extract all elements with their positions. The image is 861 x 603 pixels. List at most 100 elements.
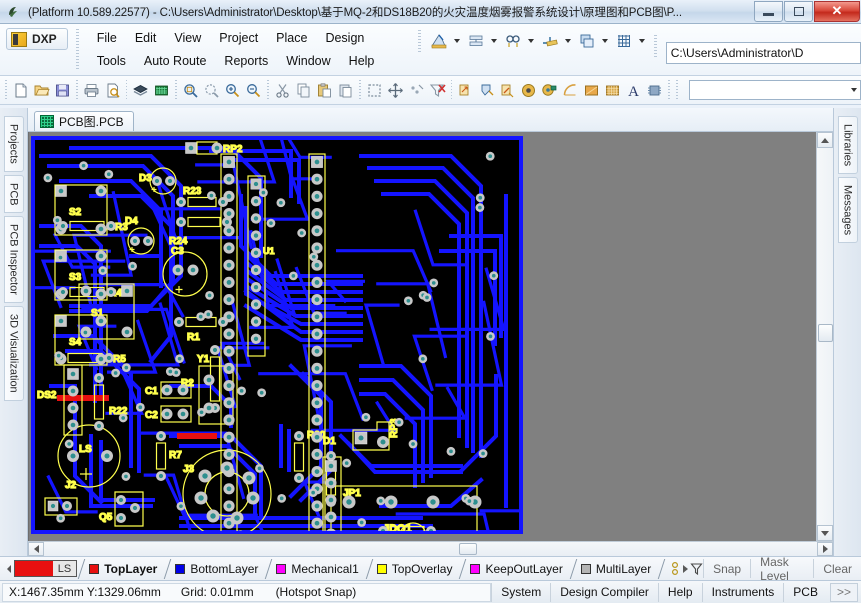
canvas-horizontal-scrollbar[interactable] <box>28 541 833 556</box>
paste-special-icon[interactable] <box>335 78 356 102</box>
status-button-system[interactable]: System <box>491 582 550 602</box>
menu-item-help[interactable]: Help <box>340 50 384 73</box>
panel-tab-pcb-inspector[interactable]: PCB Inspector <box>3 216 24 304</box>
place-fill-icon[interactable] <box>581 78 602 102</box>
board-3d-icon[interactable] <box>130 78 151 102</box>
menu-item-design[interactable]: Design <box>316 27 373 50</box>
board-insight-dropdown-icon[interactable] <box>452 30 463 52</box>
menu-item-file[interactable]: File <box>88 27 126 50</box>
print-icon[interactable] <box>81 78 102 102</box>
print-preview-icon[interactable] <box>102 78 123 102</box>
grid-dropdown-icon[interactable] <box>637 30 648 52</box>
altium-designer-window: (Platform 10.589.22577) - C:\Users\Admin… <box>0 0 861 603</box>
panel-tab-messages[interactable]: Messages <box>837 177 858 244</box>
pcb-filter-dropdown-icon[interactable] <box>600 30 611 52</box>
svg-text:DS2: DS2 <box>37 390 57 401</box>
interactive-routing-icon[interactable] <box>497 78 518 102</box>
zoom-out-icon[interactable] <box>243 78 264 102</box>
place-component-icon[interactable] <box>644 78 665 102</box>
maximize-button[interactable] <box>784 0 813 22</box>
status-button-instruments[interactable]: Instruments <box>701 582 784 602</box>
place-region-icon[interactable] <box>602 78 623 102</box>
snap-button[interactable]: Snap <box>703 559 750 578</box>
status-button-help[interactable]: Help <box>657 582 702 602</box>
board-layers-dropdown-icon[interactable] <box>489 30 500 52</box>
menu-item-view[interactable]: View <box>165 27 210 50</box>
panel-tab-libraries[interactable]: Libraries <box>837 116 858 175</box>
layerbar-right-controls: Snap Mask Level Clear <box>670 557 861 580</box>
new-document-icon[interactable] <box>10 78 31 102</box>
clear-button[interactable]: Clear <box>813 559 861 578</box>
layer-scroll-left-icon[interactable] <box>4 560 14 577</box>
mask-level-button[interactable]: Mask Level <box>750 557 813 580</box>
panel-tab-pcb[interactable]: PCB <box>3 174 24 214</box>
status-button-pcb[interactable]: PCB <box>783 582 827 602</box>
document-tabstrip: PCB图.PCB <box>28 108 833 132</box>
move-icon[interactable] <box>385 78 406 102</box>
layer-tab-topoverlay[interactable]: TopOverlay <box>369 559 463 579</box>
canvas-wrapper: U1S2S3S4R3R4R5R23R1R2R22R7R20D1R21D3D4D2… <box>28 132 833 541</box>
status-mode: (Hotspot Snap) <box>275 585 357 599</box>
layer-tab-multilayer[interactable]: MultiLayer <box>573 559 661 579</box>
menu-item-reports[interactable]: Reports <box>215 50 277 73</box>
close-button[interactable]: ✕ <box>814 0 860 22</box>
copy-icon[interactable] <box>293 78 314 102</box>
save-icon[interactable] <box>52 78 73 102</box>
scroll-up-button[interactable] <box>817 132 833 148</box>
measure-icon[interactable] <box>539 30 561 52</box>
vertical-scroll-thumb[interactable] <box>818 324 833 342</box>
menu-item-edit[interactable]: Edit <box>126 27 166 50</box>
place-string-icon[interactable]: A <box>623 78 644 102</box>
scroll-left-button[interactable] <box>28 542 44 556</box>
clear-filter-icon[interactable] <box>427 78 448 102</box>
status-button-design-compiler[interactable]: Design Compiler <box>550 582 658 602</box>
layer-tab-bottomlayer[interactable]: BottomLayer <box>167 559 268 579</box>
zoom-area-icon[interactable] <box>180 78 201 102</box>
pcb-canvas[interactable]: U1S2S3S4R3R4R5R23R1R2R22R7R20D1R21D3D4D2… <box>28 132 816 541</box>
layer-tab-toplayer[interactable]: TopLayer <box>81 559 167 579</box>
place-arc-icon[interactable] <box>560 78 581 102</box>
project-path-field[interactable]: C:\Users\Administrator\D <box>665 41 861 64</box>
horizontal-scroll-thumb[interactable] <box>459 543 477 555</box>
grid-icon[interactable] <box>613 30 635 52</box>
open-folder-icon[interactable] <box>31 78 52 102</box>
menu-item-project[interactable]: Project <box>210 27 267 50</box>
find-similar-dropdown-icon[interactable] <box>526 30 537 52</box>
filter-funnel-icon[interactable] <box>690 561 703 577</box>
open-board-icon[interactable] <box>151 78 172 102</box>
menu-item-window[interactable]: Window <box>277 50 339 73</box>
place-track-icon[interactable] <box>455 78 476 102</box>
panel-tab-3d-visualization[interactable]: 3D Visualization <box>3 306 24 401</box>
layer-tab-keepoutlayer[interactable]: KeepOutLayer <box>462 559 572 579</box>
panel-tab-projects[interactable]: Projects <box>3 116 24 172</box>
zoom-in-icon[interactable] <box>222 78 243 102</box>
unit-combo[interactable] <box>688 80 861 100</box>
menu-item-place[interactable]: Place <box>267 27 316 50</box>
dxp-menu-button[interactable]: DXP <box>6 28 68 50</box>
minimize-button[interactable] <box>754 0 783 22</box>
place-polygon-icon[interactable] <box>476 78 497 102</box>
layer-tab-mechanical1[interactable]: Mechanical1 <box>268 559 368 579</box>
status-more-button[interactable]: >> <box>829 582 858 602</box>
layer-color-chip[interactable]: LS <box>13 560 78 577</box>
board-insight-icon[interactable] <box>428 30 450 52</box>
document-tab-pcb[interactable]: PCB图.PCB <box>34 111 134 131</box>
find-similar-icon[interactable] <box>502 30 524 52</box>
deselect-icon[interactable] <box>406 78 427 102</box>
cut-icon[interactable] <box>272 78 293 102</box>
scroll-right-button[interactable] <box>817 542 833 556</box>
place-pad-icon[interactable] <box>518 78 539 102</box>
measure-dropdown-icon[interactable] <box>563 30 574 52</box>
layer-swatch <box>175 563 186 574</box>
place-via-icon[interactable] <box>539 78 560 102</box>
scroll-down-button[interactable] <box>817 525 833 541</box>
menu-item-tools[interactable]: Tools <box>88 50 135 73</box>
paste-icon[interactable] <box>314 78 335 102</box>
pcb-filter-icon[interactable] <box>576 30 598 52</box>
menu-item-auto-route[interactable]: Auto Route <box>135 50 216 73</box>
board-layers-icon[interactable] <box>465 30 487 52</box>
zoom-selection-icon[interactable] <box>201 78 222 102</box>
select-area-icon[interactable] <box>364 78 385 102</box>
canvas-vertical-scrollbar[interactable] <box>816 132 833 541</box>
play-icon[interactable] <box>680 561 690 577</box>
